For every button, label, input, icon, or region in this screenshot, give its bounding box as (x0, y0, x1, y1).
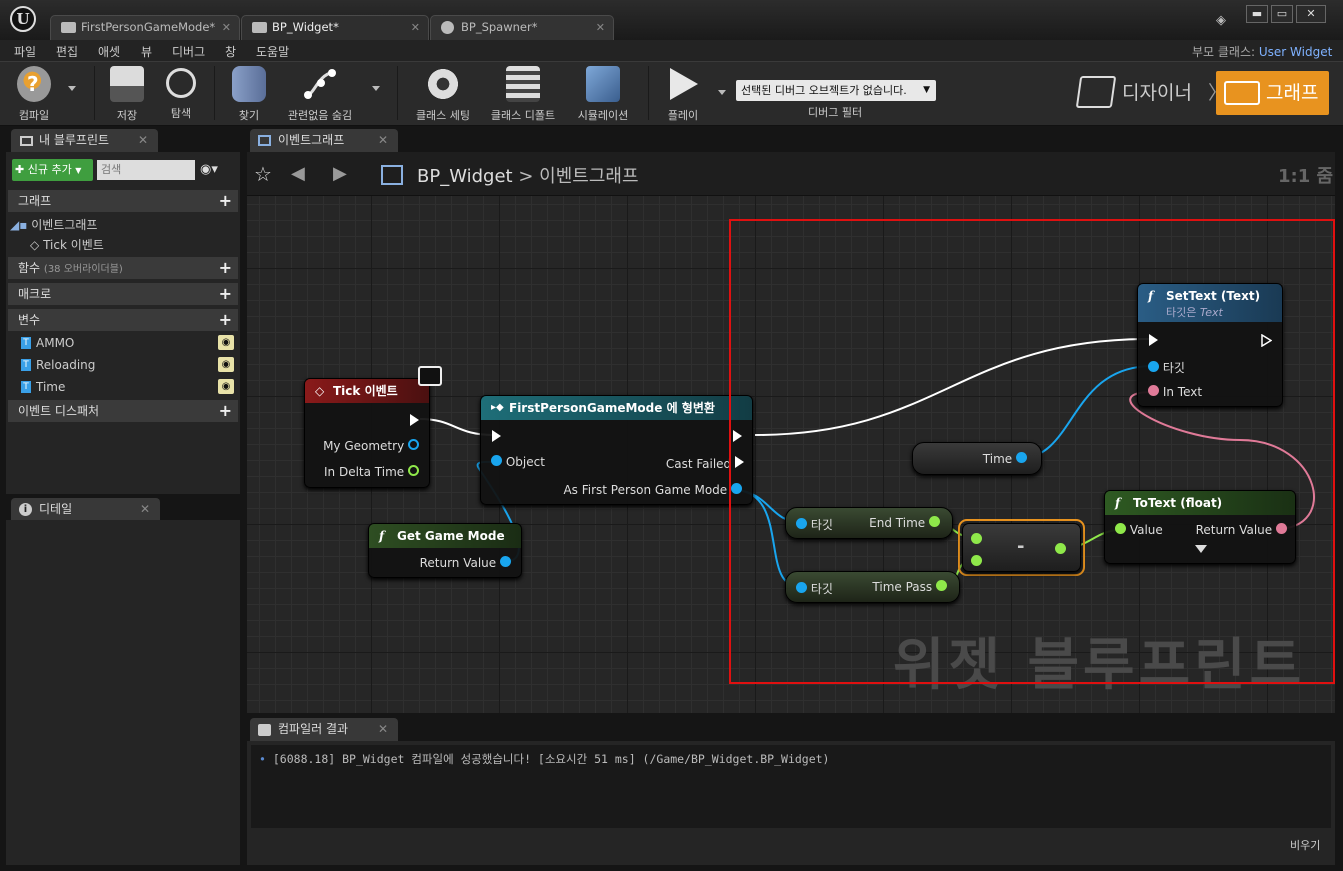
get-game-mode-title: Get Game Mode (397, 529, 505, 543)
as-first-person-game-mode-pin[interactable]: As First Person Game Mode (563, 483, 742, 497)
return-value-pin[interactable]: Return Value (420, 556, 511, 570)
event-diamond-icon: ◇ (315, 384, 325, 398)
pin-label: As First Person Game Mode (563, 483, 728, 497)
compiler-log-line: [6088.18] BP_Widget 컴파일에 성공했습니다! [소요시간 5… (272, 752, 830, 766)
pin-label: Return Value (419, 556, 497, 570)
bullet-icon: • (259, 752, 266, 766)
cast-icon: ▸◆ (491, 402, 504, 413)
pin-label: My Geometry (323, 439, 405, 453)
cast-node[interactable]: ▸◆ FirstPersonGameMode 에 형변환 Object Cast … (480, 395, 753, 505)
function-icon: f (379, 529, 385, 543)
exec-out-pin[interactable] (410, 414, 419, 426)
pin-label: In Delta Time (324, 465, 405, 479)
get-game-mode-node[interactable]: f Get Game Mode Return Value (368, 523, 522, 578)
object-pin-icon (500, 556, 511, 567)
float-pin-icon (408, 465, 419, 476)
highlight-rectangle (729, 219, 1335, 684)
pin-label: Object (505, 455, 545, 469)
my-geometry-pin[interactable]: My Geometry (323, 439, 419, 453)
pin-label: Cast Failed (665, 457, 732, 471)
compiler-log: • [6088.18] BP_Widget 컴파일에 성공했습니다! [소요시간… (251, 745, 1331, 828)
tick-event-node[interactable]: ◇ Tick 이벤트 My Geometry In Delta Time (304, 378, 430, 488)
in-delta-time-pin[interactable]: In Delta Time (324, 465, 419, 479)
compiler-results-tab[interactable]: 컴파일러 결과 ✕ (250, 718, 398, 741)
cast-title: FirstPersonGameMode 에 형변환 (509, 401, 715, 415)
monitor-icon (418, 366, 442, 386)
get-game-mode-header: f Get Game Mode (369, 524, 521, 548)
object-pin[interactable]: Object (491, 455, 545, 469)
console-icon (258, 724, 271, 736)
tick-event-title: Tick 이벤트 (333, 384, 398, 398)
struct-pin-icon (408, 439, 419, 450)
clear-button[interactable]: 비우기 (1290, 837, 1320, 853)
close-icon[interactable]: ✕ (378, 718, 388, 741)
tick-event-header: ◇ Tick 이벤트 (305, 379, 429, 403)
object-pin-icon (491, 455, 502, 466)
compiler-results-title: 컴파일러 결과 (278, 722, 349, 736)
cast-header: ▸◆ FirstPersonGameMode 에 형변환 (481, 396, 752, 420)
exec-in-pin[interactable] (492, 430, 501, 442)
